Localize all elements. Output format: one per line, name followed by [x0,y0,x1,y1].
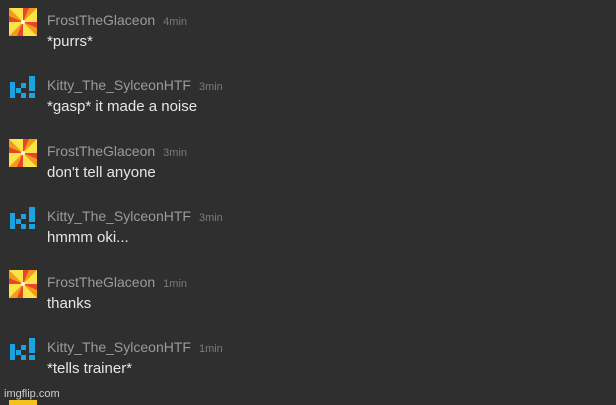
watermark: imgflip.com [4,388,60,400]
timestamp: 3min [163,147,188,159]
chat-message: Kitty_The_SylceonHTF 1min *tells trainer* [0,327,616,377]
timestamp: 3min [198,81,223,93]
message-header: FrostTheGlaceon 4min [47,12,187,28]
k-exclaim-avatar-icon[interactable] [9,73,37,101]
timestamp: 1min [198,343,223,355]
username[interactable]: FrostTheGlaceon [47,274,155,290]
username[interactable]: Kitty_The_SylceonHTF [47,77,191,93]
k-exclaim-avatar-icon[interactable] [9,335,37,363]
message-header: FrostTheGlaceon 1min [47,274,187,290]
message-text: *gasp* it made a noise [47,98,198,115]
message-text: *tells trainer* [47,360,133,377]
chat-message: FrostTheGlaceon 4min *purrs* [0,0,616,50]
pinwheel-avatar-icon[interactable] [9,8,37,36]
timestamp: 4min [163,16,188,28]
pinwheel-avatar-icon[interactable] [9,270,37,298]
chat-message: Kitty_The_SylceonHTF 3min hmmm oki... [0,196,616,246]
message-text: thanks [47,295,92,312]
timestamp: 3min [198,212,223,224]
username[interactable]: FrostTheGlaceon [47,12,155,28]
timestamp: 1min [163,278,188,290]
chat-message: Kitty_The_SylceonHTF 3min *gasp* it made … [0,65,616,115]
message-header: FrostTheGlaceon 3min [47,143,187,159]
message-text: don't tell anyone [47,164,156,181]
chat-log: FrostTheGlaceon 4min *purrs* Kitty_The_Sy… [0,0,616,405]
username[interactable]: Kitty_The_SylceonHTF [47,339,191,355]
message-header: Kitty_The_SylceonHTF 3min [47,208,223,224]
chat-message: FrostTheGlaceon 3min don't tell anyone [0,131,616,181]
message-header: Kitty_The_SylceonHTF 1min [47,339,223,355]
chat-message: FrostTheGlaceon 1min thanks [0,262,616,312]
pinwheel-avatar-icon[interactable] [9,139,37,167]
username[interactable]: FrostTheGlaceon [47,143,155,159]
message-header: Kitty_The_SylceonHTF 3min [47,77,223,93]
message-text: *purrs* [47,33,93,50]
message-text: hmmm oki... [47,229,129,246]
username[interactable]: Kitty_The_SylceonHTF [47,208,191,224]
partial-avatar-icon [9,400,37,405]
k-exclaim-avatar-icon[interactable] [9,204,37,232]
